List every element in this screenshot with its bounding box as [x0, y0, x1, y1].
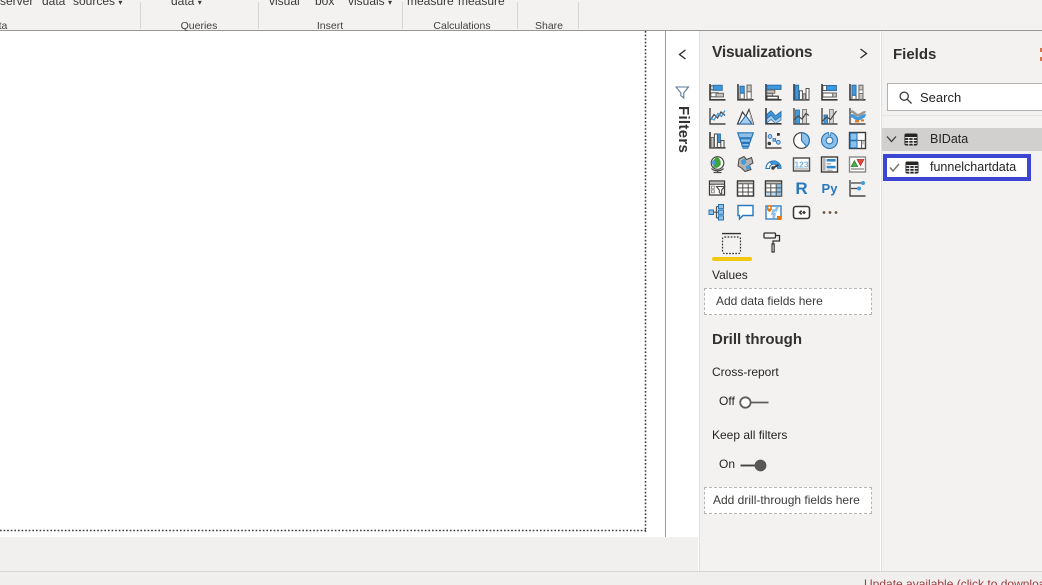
svg-text:R: R — [795, 179, 807, 198]
svg-text:123: 123 — [794, 159, 808, 169]
svg-text:Py: Py — [821, 181, 838, 196]
